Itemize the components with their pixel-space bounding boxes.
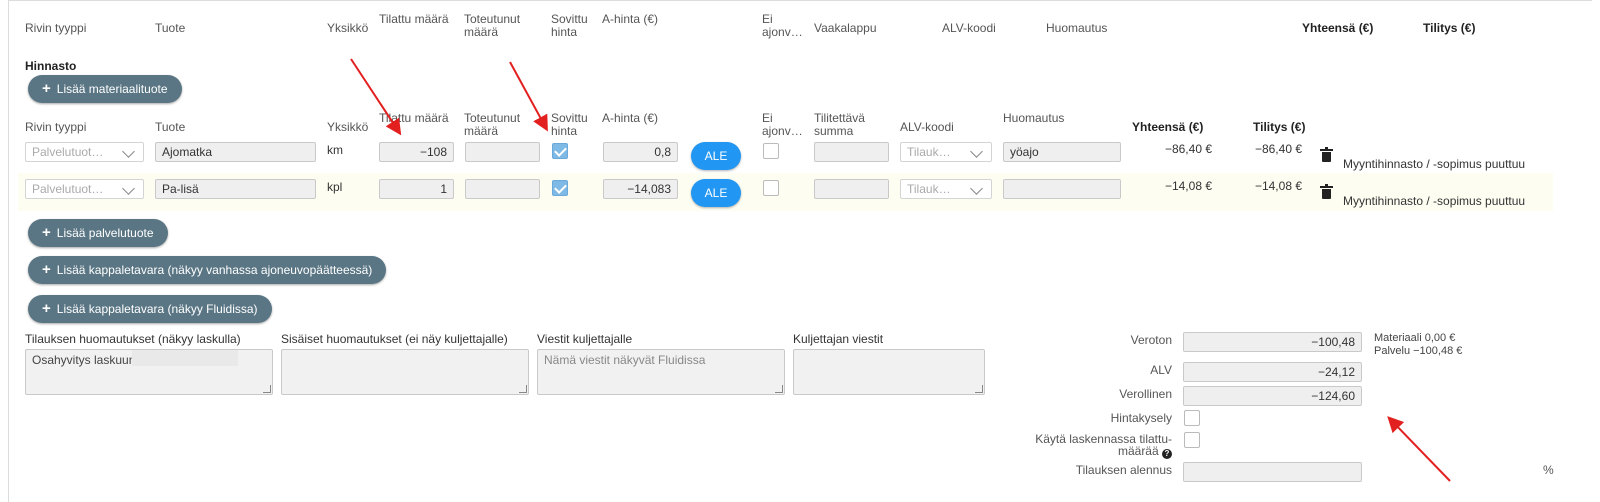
arrow-to-ordered-quantity [350, 58, 402, 136]
annotation-arrows [350, 58, 1451, 482]
arrow-to-totals [1387, 416, 1451, 482]
arrow-to-agreed-price [509, 61, 548, 132]
